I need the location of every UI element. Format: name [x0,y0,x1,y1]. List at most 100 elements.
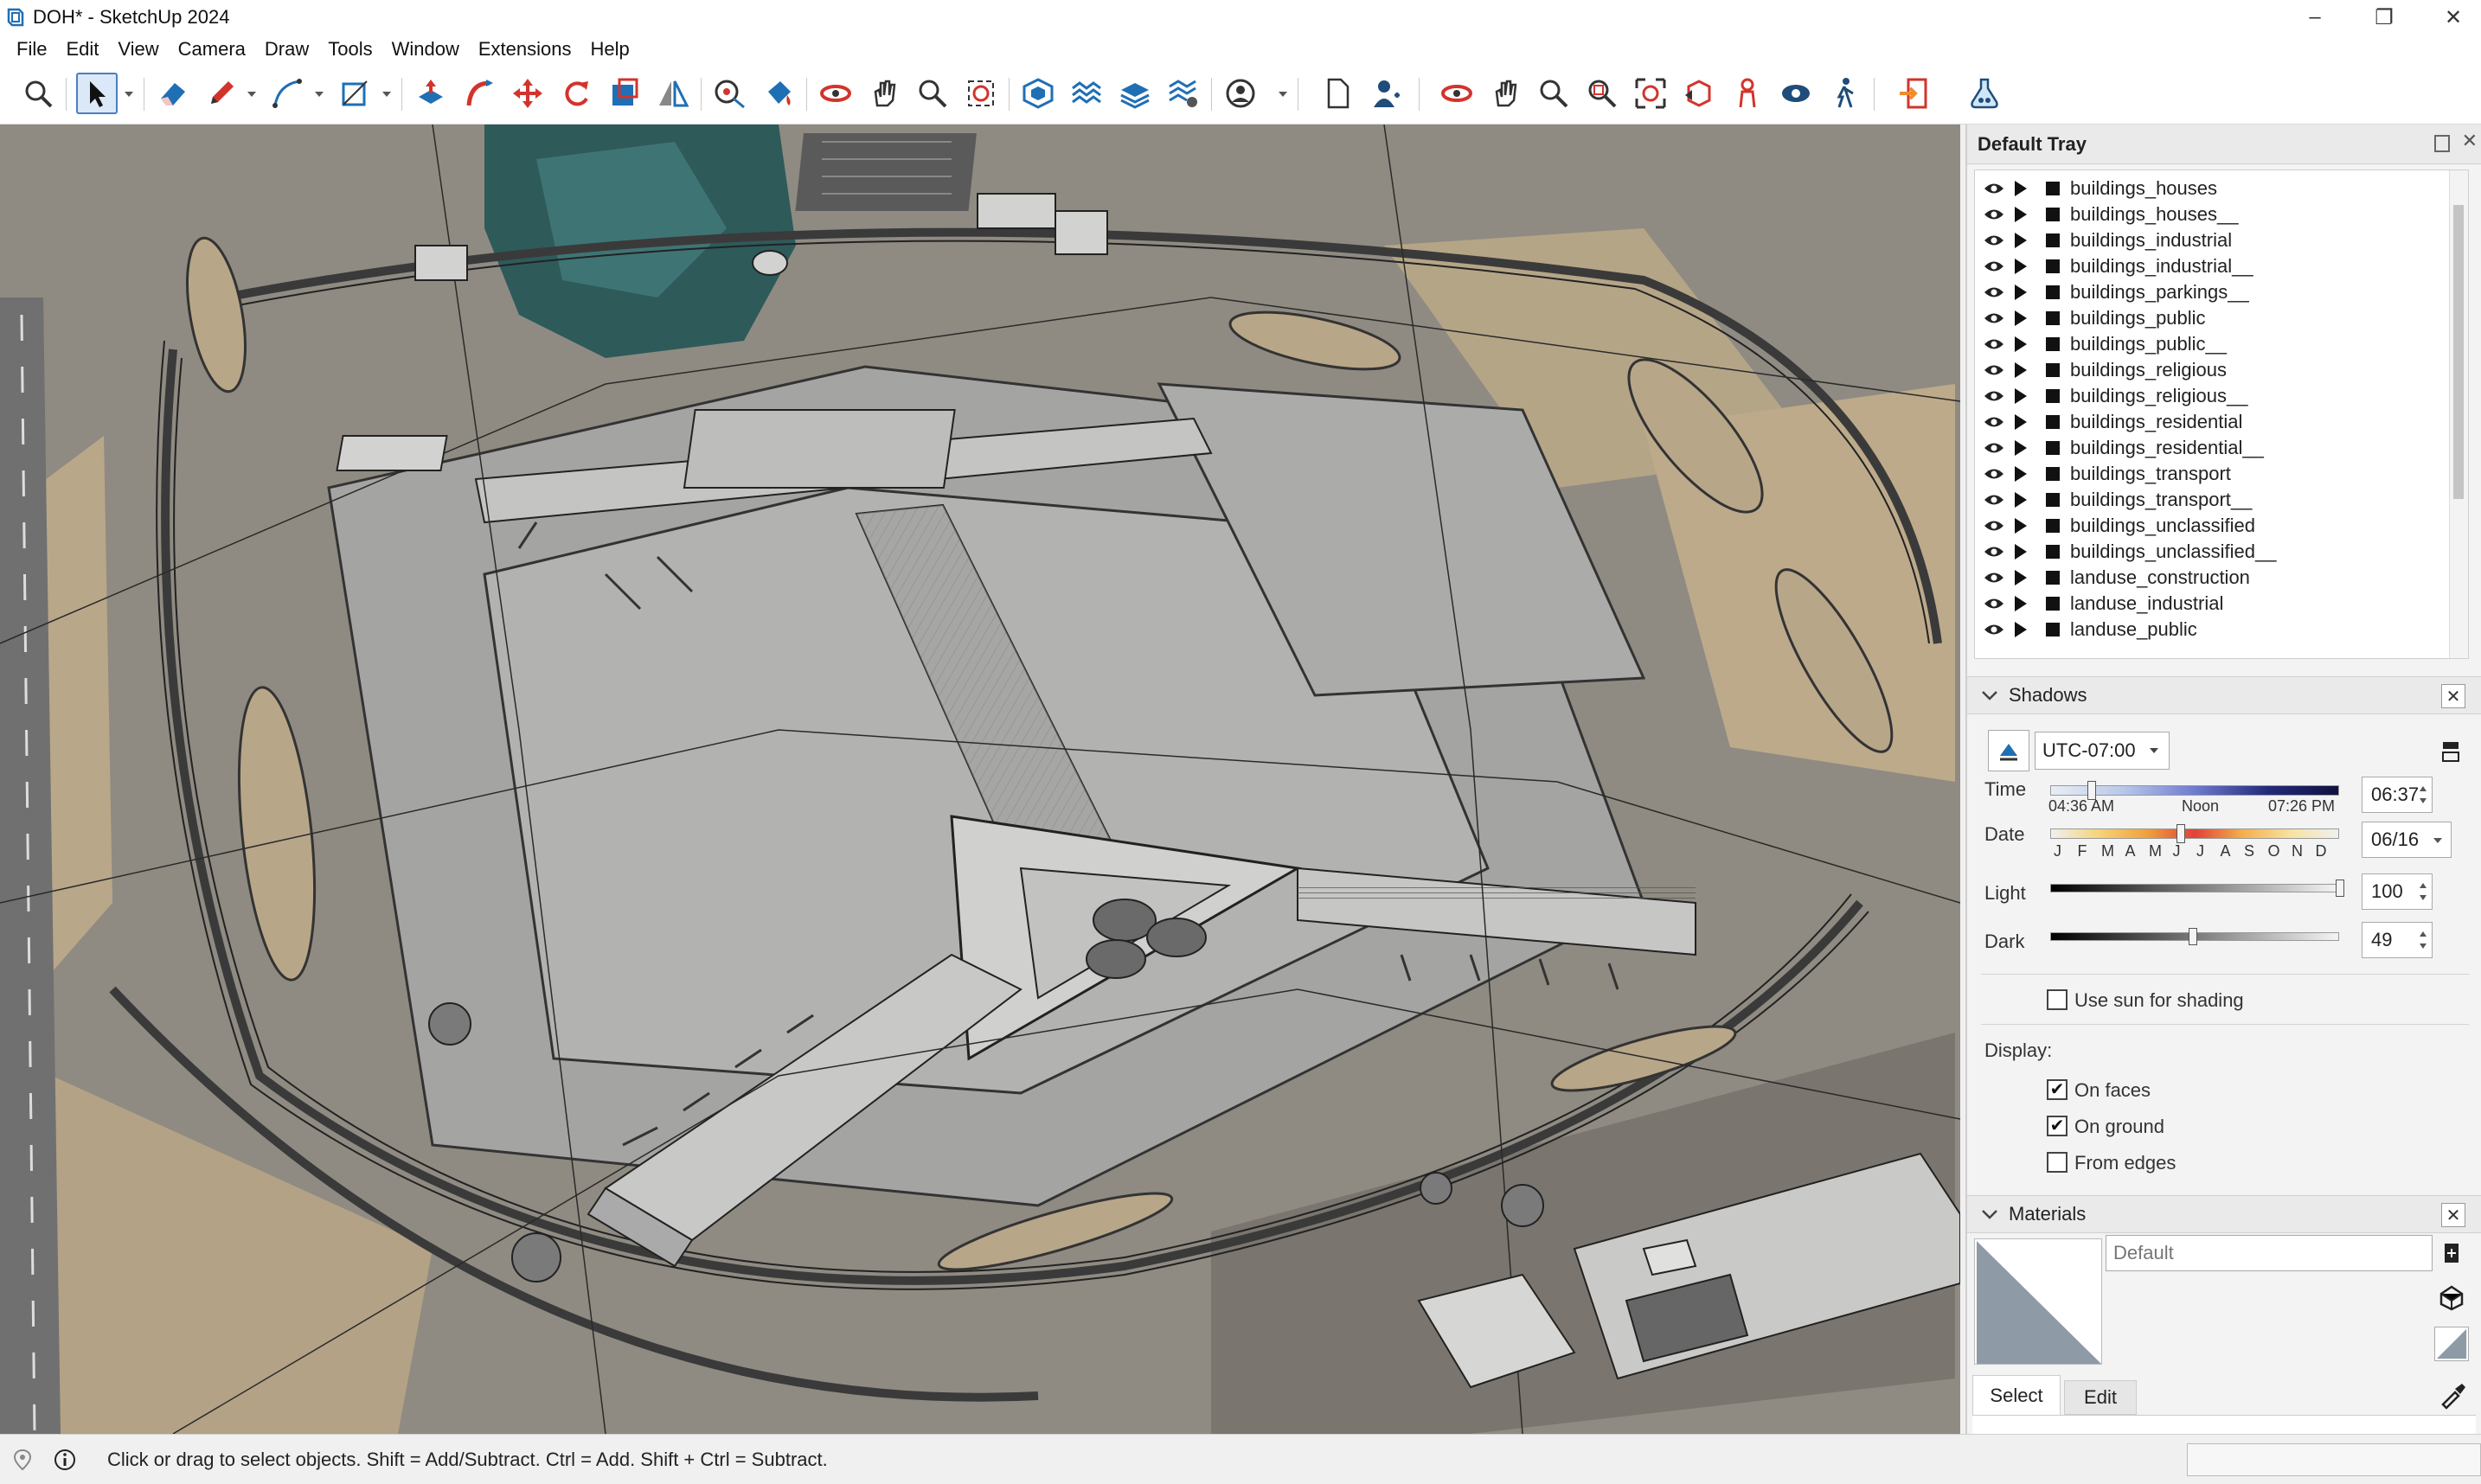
minimize-button[interactable]: – [2280,0,2350,35]
shadow-settings-icon[interactable] [2441,740,2460,763]
tag-color-swatch[interactable] [2046,389,2060,403]
tag-color-swatch[interactable] [2046,259,2060,273]
maximize-button[interactable]: ❐ [2350,0,2419,35]
tag-row[interactable]: buildings_residential [1975,409,2442,435]
timezone-dropdown[interactable]: UTC-07:00 [2035,732,2170,770]
tag-color-swatch[interactable] [2046,519,2060,533]
close-tray-icon[interactable]: ✕ [2462,130,2478,152]
zoom-icon-2[interactable] [1533,73,1574,114]
eye-icon[interactable] [1984,208,2004,221]
zoom-window-icon[interactable] [912,73,953,114]
tape-measure-icon[interactable] [709,73,751,114]
expand-triangle-icon[interactable] [2015,570,2027,585]
tag-color-swatch[interactable] [2046,337,2060,351]
eye-icon[interactable] [1984,182,2004,195]
line-icon[interactable] [266,73,308,114]
select-icon[interactable] [76,73,118,114]
expand-triangle-icon[interactable] [2015,233,2027,248]
menu-help[interactable]: Help [581,38,639,61]
tag-row[interactable]: buildings_houses [1975,176,2442,201]
eye-icon[interactable] [1984,285,2004,299]
expand-triangle-icon[interactable] [2015,596,2027,611]
shadows-panel-header[interactable]: Shadows ✕ [1967,676,2481,714]
expand-triangle-icon[interactable] [2015,310,2027,326]
expand-triangle-icon[interactable] [2015,259,2027,274]
sandbox-icon[interactable] [1066,73,1107,114]
tag-color-swatch[interactable] [2046,363,2060,377]
move-icon[interactable] [507,73,548,114]
light-input[interactable]: 100 [2362,873,2433,910]
menu-view[interactable]: View [108,38,168,61]
measurements-box[interactable] [2187,1443,2481,1476]
time-input[interactable]: 06:37 [2362,777,2433,813]
menu-window[interactable]: Window [382,38,469,61]
pin-tray-icon[interactable] [2434,135,2450,152]
light-slider-thumb[interactable] [2336,880,2344,897]
tag-row[interactable]: buildings_religious__ [1975,383,2442,409]
pan-icon[interactable] [863,73,905,114]
zoom-window-icon-2[interactable] [1581,73,1623,114]
tag-color-swatch[interactable] [2046,285,2060,299]
zoom-extents-icon-2[interactable] [1630,73,1671,114]
expand-triangle-icon[interactable] [2015,544,2027,560]
tag-row[interactable]: buildings_unclassified__ [1975,539,2442,565]
tag-row[interactable]: buildings_residential__ [1975,435,2442,461]
zoom-icon[interactable] [17,73,59,114]
select-dropdown-icon[interactable] [123,90,135,99]
calendar-dropdown-icon[interactable] [2432,836,2444,845]
expand-triangle-icon[interactable] [2015,181,2027,196]
tags-scroll-thumb[interactable] [2453,205,2464,499]
eye-icon[interactable] [1984,623,2004,636]
tag-row[interactable]: landuse_construction [1975,565,2442,591]
eye-icon[interactable] [1984,415,2004,429]
rotate-icon[interactable] [555,73,597,114]
light-slider[interactable] [2050,880,2344,897]
rectangle-icon[interactable] [334,73,375,114]
tag-color-swatch[interactable] [2046,441,2060,455]
eye-icon[interactable] [1984,441,2004,455]
user-icon[interactable] [1365,73,1407,114]
account-icon[interactable] [1220,73,1261,114]
tag-row[interactable]: buildings_houses__ [1975,201,2442,227]
account-dropdown-icon[interactable] [1277,90,1289,99]
tag-color-swatch[interactable] [2046,545,2060,559]
tags-list[interactable]: buildings_houses buildings_houses__ buildi… [1974,170,2469,659]
tag-row[interactable]: landuse_industrial [1975,591,2442,617]
tag-row[interactable]: buildings_parkings__ [1975,279,2442,305]
expand-triangle-icon[interactable] [2015,388,2027,404]
paint-bucket-icon[interactable] [758,73,799,114]
eye-icon[interactable] [1984,571,2004,585]
tag-row[interactable]: buildings_unclassified [1975,513,2442,539]
push-pull-icon[interactable] [410,73,452,114]
walk-icon[interactable] [1824,73,1865,114]
tag-row[interactable]: buildings_industrial [1975,227,2442,253]
menu-camera[interactable]: Camera [169,38,255,61]
on-ground-checkbox[interactable]: ✔ [2047,1116,2068,1136]
eye-icon[interactable] [1984,467,2004,481]
tag-color-swatch[interactable] [2046,493,2060,507]
position-camera-icon[interactable] [1727,73,1768,114]
dark-slider[interactable] [2050,928,2339,945]
orbit-icon-2[interactable] [1436,73,1478,114]
pan-icon-2[interactable] [1484,73,1526,114]
eye-icon[interactable] [1984,311,2004,325]
expand-triangle-icon[interactable] [2015,362,2027,378]
sample-paint-icon[interactable] [2434,1327,2469,1361]
material-library-icon[interactable] [2438,1283,2465,1311]
material-name-input[interactable] [2106,1235,2433,1271]
tag-color-swatch[interactable] [2046,623,2060,636]
pencil-icon[interactable] [201,73,242,114]
close-materials-icon[interactable]: ✕ [2441,1203,2465,1227]
materials-panel-header[interactable]: Materials ✕ [1967,1195,2481,1233]
info-icon[interactable] [54,1449,76,1471]
tag-row[interactable]: buildings_transport [1975,461,2442,487]
layers-icon[interactable] [1114,73,1156,114]
eye-icon[interactable] [1984,337,2004,351]
tag-color-swatch[interactable] [2046,571,2060,585]
tab-edit[interactable]: Edit [2064,1380,2137,1415]
date-input[interactable]: 06/16 [2362,822,2452,858]
spinner-icon[interactable] [2418,781,2428,809]
eyedropper-icon[interactable] [2438,1380,2467,1410]
rectangle-dropdown-icon[interactable] [381,90,393,99]
tag-row[interactable]: buildings_industrial__ [1975,253,2442,279]
